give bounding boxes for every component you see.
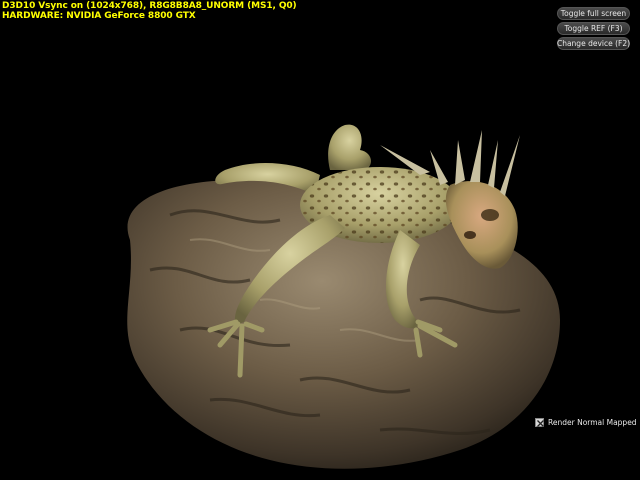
hardware-info-text: HARDWARE: NVIDIA GeForce 8800 GTX <box>2 11 196 21</box>
render-normal-mapped-toggle[interactable]: Render Normal Mapped <box>535 418 637 427</box>
toggle-fullscreen-button[interactable]: Toggle full screen <box>557 7 630 20</box>
normal-mapped-checkbox[interactable] <box>535 418 544 427</box>
device-stats-text: D3D10 Vsync on (1024x768), R8G8B8A8_UNOR… <box>2 1 297 11</box>
check-icon <box>537 420 544 427</box>
render-viewport[interactable]: D3D10 Vsync on (1024x768), R8G8B8A8_UNOR… <box>0 0 640 480</box>
change-device-button[interactable]: Change device (F2) <box>557 37 630 50</box>
normal-mapped-label: Render Normal Mapped <box>548 418 637 427</box>
toggle-ref-button[interactable]: Toggle REF (F3) <box>557 22 630 35</box>
3d-scene <box>127 124 561 469</box>
